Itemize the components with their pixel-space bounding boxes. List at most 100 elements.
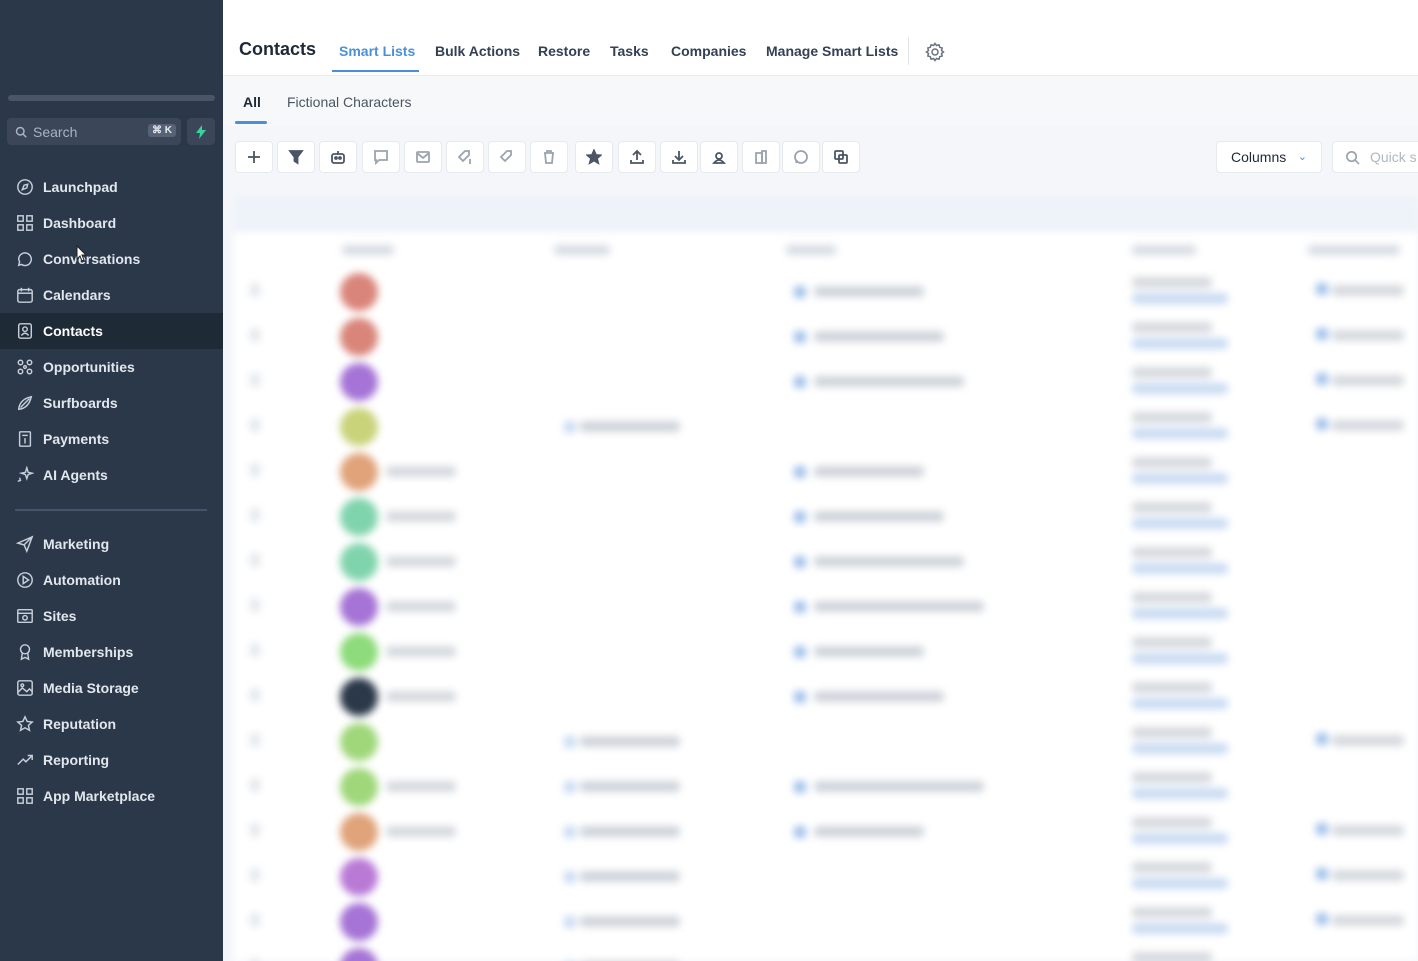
contact-lookup-button[interactable]: [700, 141, 738, 173]
add-contact-button[interactable]: [235, 141, 273, 173]
row-checkbox[interactable]: [250, 868, 260, 882]
table-row[interactable]: [234, 316, 1418, 361]
contact-email[interactable]: [814, 331, 944, 342]
sidebar-item-automation[interactable]: Automation: [0, 562, 223, 598]
contact-name[interactable]: [386, 601, 456, 612]
row-checkbox[interactable]: [250, 598, 260, 612]
row-checkbox[interactable]: [250, 373, 260, 387]
automation-button[interactable]: [319, 141, 357, 173]
contact-phone[interactable]: [580, 421, 680, 432]
contact-name[interactable]: [386, 511, 456, 522]
sidebar-item-contacts[interactable]: Contacts: [0, 313, 223, 349]
table-row[interactable]: [234, 361, 1418, 406]
contact-phone[interactable]: [580, 871, 680, 882]
sidebar-item-reporting[interactable]: Reporting: [0, 742, 223, 778]
table-row[interactable]: [234, 766, 1418, 811]
sidebar-item-surfboards[interactable]: Surfboards: [0, 385, 223, 421]
favorite-button[interactable]: [575, 141, 613, 173]
contact-name[interactable]: [386, 466, 456, 477]
contact-phone[interactable]: [580, 781, 680, 792]
search-input[interactable]: Search ⌘ K: [7, 118, 181, 145]
columns-dropdown[interactable]: Columns ⌄: [1216, 141, 1322, 173]
tab-bulk-actions[interactable]: Bulk Actions: [435, 43, 520, 59]
contact-email[interactable]: [814, 556, 964, 567]
export-button[interactable]: [618, 141, 656, 173]
table-row[interactable]: [234, 811, 1418, 856]
contact-email[interactable]: [814, 601, 984, 612]
row-checkbox[interactable]: [250, 328, 260, 342]
contact-email[interactable]: [814, 691, 944, 702]
row-checkbox[interactable]: [250, 643, 260, 657]
sidebar-item-ai-agents[interactable]: AI Agents: [0, 457, 223, 493]
sidebar-item-calendars[interactable]: Calendars: [0, 277, 223, 313]
contact-phone[interactable]: [580, 736, 680, 747]
sidebar-item-launchpad[interactable]: Launchpad: [0, 169, 223, 205]
table-row[interactable]: [234, 541, 1418, 586]
table-row[interactable]: [234, 496, 1418, 541]
delete-button[interactable]: [530, 141, 568, 173]
contact-name[interactable]: [386, 781, 456, 792]
contact-email[interactable]: [814, 286, 924, 297]
row-checkbox[interactable]: [250, 508, 260, 522]
contact-name[interactable]: [386, 691, 456, 702]
tab-manage-smart-lists[interactable]: Manage Smart Lists: [766, 43, 898, 59]
filter-button[interactable]: [277, 141, 315, 173]
row-checkbox[interactable]: [250, 733, 260, 747]
tab-smart-lists[interactable]: Smart Lists: [339, 43, 415, 59]
contact-phone[interactable]: [580, 826, 680, 837]
column-header[interactable]: [342, 245, 394, 255]
table-row[interactable]: [234, 856, 1418, 901]
contact-email[interactable]: [814, 466, 924, 477]
whatsapp-button[interactable]: [782, 141, 820, 173]
table-row[interactable]: [234, 901, 1418, 946]
contact-name[interactable]: [386, 556, 456, 567]
table-row[interactable]: [234, 721, 1418, 766]
table-row[interactable]: [234, 676, 1418, 721]
column-header[interactable]: [1308, 245, 1400, 255]
contact-email[interactable]: [814, 376, 964, 387]
row-checkbox[interactable]: [250, 823, 260, 837]
quick-action-button[interactable]: [187, 118, 215, 145]
quick-search-input[interactable]: Quick s: [1332, 141, 1418, 173]
sidebar-item-marketing[interactable]: Marketing: [0, 526, 223, 562]
contact-email[interactable]: [814, 781, 984, 792]
gear-icon[interactable]: [925, 42, 945, 62]
table-row[interactable]: [234, 631, 1418, 676]
tab-tasks[interactable]: Tasks: [610, 43, 649, 59]
sidebar-item-payments[interactable]: Payments: [0, 421, 223, 457]
import-button[interactable]: [660, 141, 698, 173]
sidebar-item-memberships[interactable]: Memberships: [0, 634, 223, 670]
remove-tag-button[interactable]: [488, 141, 526, 173]
column-header[interactable]: [554, 245, 610, 255]
row-checkbox[interactable]: [250, 463, 260, 477]
contact-email[interactable]: [814, 511, 944, 522]
tab-restore[interactable]: Restore: [538, 43, 590, 59]
subtab-all[interactable]: All: [243, 94, 261, 110]
table-row[interactable]: [234, 946, 1418, 961]
table-row[interactable]: [234, 271, 1418, 316]
add-to-company-button[interactable]: [742, 141, 780, 173]
contact-name[interactable]: [386, 646, 456, 657]
send-email-button[interactable]: [404, 141, 442, 173]
table-row[interactable]: [234, 451, 1418, 496]
column-header[interactable]: [1132, 245, 1196, 255]
send-sms-button[interactable]: [362, 141, 400, 173]
table-row[interactable]: [234, 586, 1418, 631]
column-header[interactable]: [786, 245, 836, 255]
subtab-fictional-characters[interactable]: Fictional Characters: [287, 94, 412, 110]
row-checkbox[interactable]: [250, 418, 260, 432]
sidebar-item-reputation[interactable]: Reputation: [0, 706, 223, 742]
contact-name[interactable]: [386, 826, 456, 837]
row-checkbox[interactable]: [250, 913, 260, 927]
tab-companies[interactable]: Companies: [671, 43, 746, 59]
sidebar-item-opportunities[interactable]: Opportunities: [0, 349, 223, 385]
sidebar-item-dashboard[interactable]: Dashboard: [0, 205, 223, 241]
sidebar-item-sites[interactable]: Sites: [0, 598, 223, 634]
sidebar-item-conversations[interactable]: Conversations: [0, 241, 223, 277]
sidebar-item-media-storage[interactable]: Media Storage: [0, 670, 223, 706]
row-checkbox[interactable]: [250, 778, 260, 792]
row-checkbox[interactable]: [250, 283, 260, 297]
merge-button[interactable]: [822, 141, 860, 173]
contact-email[interactable]: [814, 646, 924, 657]
sidebar-item-app-marketplace[interactable]: App Marketplace: [0, 778, 223, 814]
